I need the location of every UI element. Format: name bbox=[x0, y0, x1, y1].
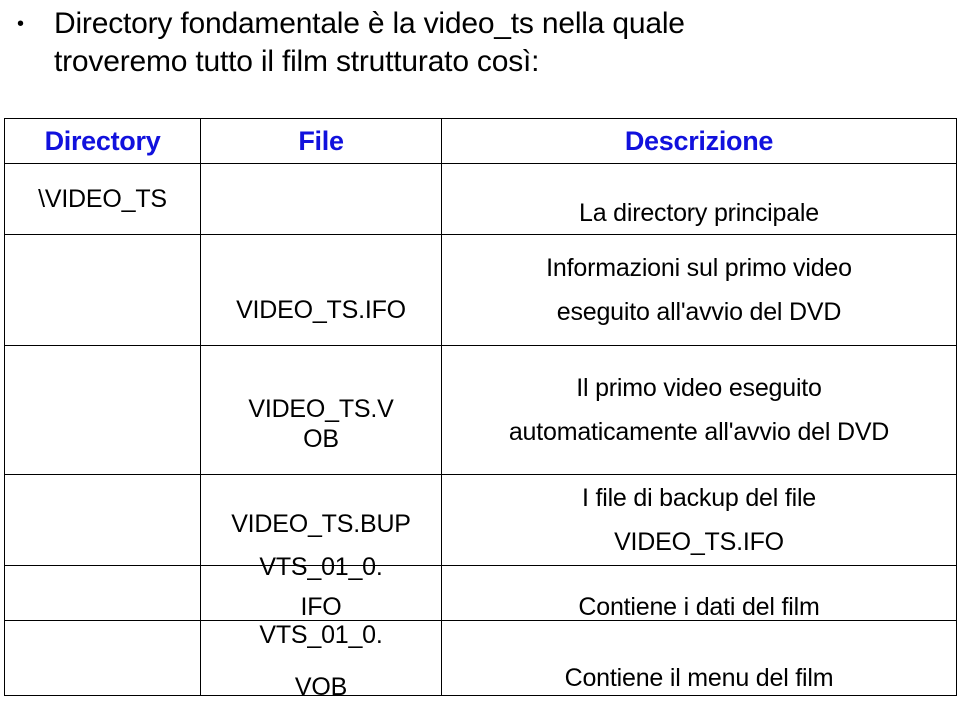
file-line-2: IFO bbox=[300, 593, 342, 621]
file-line-2: OB bbox=[303, 425, 339, 453]
file-line-1: VTS_01_0. bbox=[259, 621, 383, 649]
description-value: Contiene i dati del film bbox=[578, 593, 820, 621]
cell-description: La directory principale bbox=[441, 163, 957, 235]
bullet-text: Directory fondamentale è la video_ts nel… bbox=[38, 5, 952, 81]
cell-directory bbox=[4, 234, 201, 346]
file-value: VIDEO_TS.BUP bbox=[231, 510, 411, 538]
cell-file: VTS_01_0. IFO bbox=[200, 553, 442, 621]
table-row: \VIDEO_TS La directory principale bbox=[4, 163, 957, 235]
table-row: VIDEO_TS.V OB Il primo video eseguito au… bbox=[4, 345, 957, 475]
description-line-1: I file di backup del file bbox=[581, 484, 817, 512]
table-header-row: Directory File Descrizione bbox=[4, 118, 957, 164]
file-line-2: VOB bbox=[294, 673, 348, 701]
bullet-line-2: troveremo tutto il film strutturato così… bbox=[54, 45, 540, 78]
table-row: VIDEO_TS.IFO Informazioni sul primo vide… bbox=[4, 234, 957, 346]
bullet-icon: • bbox=[17, 13, 25, 35]
description-line-1: Informazioni sul primo video bbox=[546, 254, 852, 282]
file-line-1: VIDEO_TS.V bbox=[248, 395, 394, 423]
cell-description: Contiene i dati del film bbox=[441, 565, 957, 621]
cell-file: VIDEO_TS.V OB bbox=[200, 345, 442, 475]
description-line-2: eseguito all'avvio del DVD bbox=[556, 298, 842, 326]
file-value: VIDEO_TS.IFO bbox=[236, 296, 406, 324]
cell-description: I file di backup del file VIDEO_TS.IFO bbox=[441, 474, 957, 566]
cell-file: VTS_01_0. VOB bbox=[200, 620, 442, 701]
description-line-2: VIDEO_TS.IFO bbox=[614, 528, 784, 556]
cell-directory bbox=[4, 565, 201, 621]
table-row: VIDEO_TS.BUP I file di backup del file V… bbox=[4, 474, 957, 566]
cell-description: Contiene il menu del film bbox=[441, 620, 957, 696]
bullet-line-1: Directory fondamentale è la video_ts nel… bbox=[54, 7, 685, 40]
column-header-file: File bbox=[200, 118, 442, 164]
file-line-1: VTS_01_0. bbox=[259, 553, 383, 581]
description-line-1: Il primo video eseguito bbox=[576, 374, 822, 402]
cell-file: VIDEO_TS.IFO bbox=[200, 234, 442, 346]
bullet-item: • Directory fondamentale è la video_ts n… bbox=[12, 5, 952, 81]
table-row: VTS_01_0. IFO Contiene i dati del film bbox=[4, 553, 957, 621]
cell-directory bbox=[4, 474, 201, 566]
cell-description: Il primo video eseguito automaticamente … bbox=[441, 345, 957, 475]
description-value: Contiene il menu del film bbox=[564, 664, 834, 692]
description-line-2: automaticamente all'avvio del DVD bbox=[508, 418, 890, 446]
dvd-structure-table: Directory File Descrizione \VIDEO_TS La … bbox=[4, 118, 957, 701]
table-row: VTS_01_0. VOB Contiene il menu del film bbox=[4, 620, 957, 701]
cell-directory bbox=[4, 345, 201, 475]
column-header-descrizione: Descrizione bbox=[441, 118, 957, 164]
cell-directory: \VIDEO_TS bbox=[4, 163, 201, 235]
cell-file bbox=[200, 163, 442, 235]
column-header-directory: Directory bbox=[4, 118, 201, 164]
directory-value: \VIDEO_TS bbox=[38, 185, 167, 213]
description-value: La directory principale bbox=[579, 199, 819, 227]
cell-directory bbox=[4, 620, 201, 696]
cell-description: Informazioni sul primo video eseguito al… bbox=[441, 234, 957, 346]
